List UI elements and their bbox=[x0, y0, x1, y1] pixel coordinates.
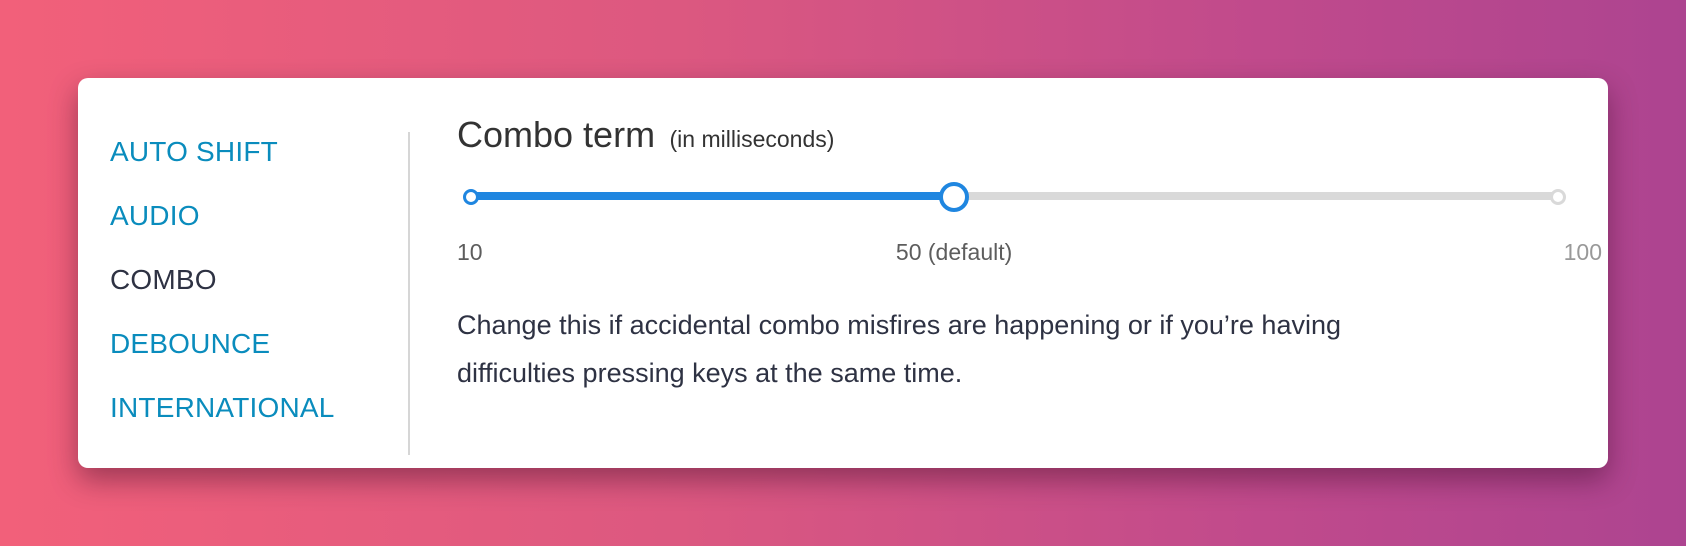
nav-item-auto-shift[interactable]: AUTO SHIFT bbox=[110, 134, 335, 198]
settings-nav: AUTO SHIFT AUDIO COMBO DEBOUNCE INTERNAT… bbox=[110, 134, 335, 454]
slider-max-stop bbox=[1550, 189, 1566, 205]
slider-min-stop bbox=[463, 189, 479, 205]
slider-default-label: 50 (default) bbox=[895, 239, 1013, 265]
nav-item-international[interactable]: INTERNATIONAL bbox=[110, 390, 335, 454]
setting-heading: Combo term (in milliseconds) bbox=[457, 114, 1577, 155]
setting-title: Combo term bbox=[457, 114, 656, 155]
nav-divider bbox=[408, 132, 410, 455]
slider-max-label: 100 bbox=[1563, 239, 1602, 265]
nav-item-audio[interactable]: AUDIO bbox=[110, 198, 335, 262]
nav-item-debounce[interactable]: DEBOUNCE bbox=[110, 326, 335, 390]
slider-fill bbox=[471, 192, 955, 200]
slider-thumb[interactable] bbox=[939, 182, 970, 212]
nav-item-combo[interactable]: COMBO bbox=[110, 262, 335, 326]
setting-unit: (in milliseconds) bbox=[669, 126, 835, 152]
setting-description: Change this if accidental combo misfires… bbox=[457, 310, 1341, 388]
slider-min-label: 10 bbox=[457, 239, 483, 265]
settings-card: AUTO SHIFT AUDIO COMBO DEBOUNCE INTERNAT… bbox=[78, 78, 1608, 468]
setting-panel: Combo term (in milliseconds) 10 50 (defa… bbox=[457, 114, 1602, 388]
combo-term-slider[interactable] bbox=[463, 182, 1566, 212]
